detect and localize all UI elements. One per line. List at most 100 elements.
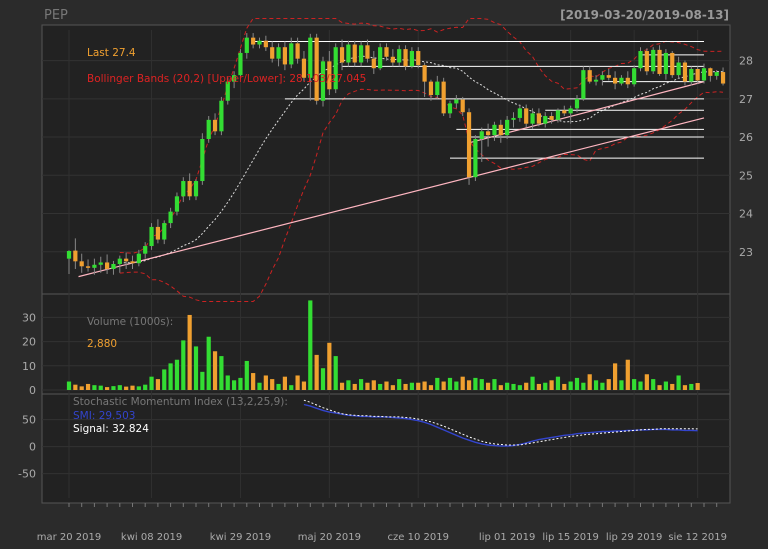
volume-bar <box>282 376 287 390</box>
volume-bar <box>644 374 649 390</box>
volume-bar <box>181 340 186 390</box>
chart-window: 23 24 25 26 27 28 0 10 20 30 -50 0 50 mar 20 2019 k… <box>0 0 768 549</box>
volume-bar <box>124 386 129 390</box>
volume-bar <box>66 381 72 390</box>
date-tick-label: mar 20 2019 <box>37 532 102 543</box>
candle-body <box>600 75 605 80</box>
legend-bbands: Bollinger Bands (20,2) [Upper/Lower]: 28… <box>87 73 366 85</box>
candle-body <box>85 266 91 268</box>
volume-bar <box>428 385 434 390</box>
volume-bar <box>409 382 414 390</box>
volume-bar <box>187 314 192 390</box>
candle-body <box>511 117 516 120</box>
volume-bar <box>206 336 211 390</box>
candle-body <box>168 211 173 224</box>
volume-bar <box>149 376 154 390</box>
legend-signal: Signal: 32.824 <box>73 423 149 435</box>
price-tick-label: 28 <box>739 55 753 68</box>
volume-bar <box>460 376 465 390</box>
candle-body <box>720 72 726 84</box>
price-tick-label: 26 <box>739 131 753 144</box>
volume-bar <box>663 381 668 390</box>
volume-bar <box>314 354 319 390</box>
candle-body <box>632 68 637 85</box>
volume-bar <box>238 377 243 390</box>
smi-tick-label: 0 <box>29 441 36 454</box>
volume-bar <box>416 382 421 390</box>
candle-body <box>111 264 116 269</box>
candle-body <box>574 98 580 109</box>
candle-body <box>346 44 351 63</box>
candle-body <box>244 37 249 53</box>
candle-body <box>174 196 180 212</box>
volume-bar <box>447 377 453 390</box>
date-axis: mar 20 2019 kwi 08 2019 kwi 29 2019 maj 20 … <box>37 503 727 543</box>
volume-bar <box>695 383 700 390</box>
volume-bar <box>244 360 249 390</box>
candle-body <box>460 99 465 113</box>
volume-bar <box>384 381 389 390</box>
volume-bar <box>511 383 516 390</box>
volume-bar <box>600 382 605 390</box>
date-tick-label: maj 20 2019 <box>298 532 361 543</box>
volume-bar <box>320 368 326 390</box>
candle-body <box>238 52 243 76</box>
candle-body <box>378 47 383 69</box>
candle-body <box>708 68 713 76</box>
candle-body <box>105 262 110 269</box>
volume-bar <box>92 385 97 390</box>
candle-body <box>606 75 611 78</box>
volume-bar <box>435 377 440 390</box>
candle-body <box>536 113 541 124</box>
volume-bar <box>333 356 338 390</box>
candle-body <box>714 72 719 76</box>
volume-bar <box>270 379 275 390</box>
volume-bar <box>619 380 624 390</box>
candle-body <box>524 108 529 124</box>
candle-body <box>428 81 434 95</box>
price-axis: 23 24 25 26 27 28 <box>739 55 753 259</box>
candle-body <box>593 79 599 82</box>
candle-body <box>130 261 135 264</box>
legend-volume: Volume (1000s): <box>87 316 173 328</box>
volume-bar <box>371 380 376 390</box>
candle-body <box>689 69 694 82</box>
volume-bar <box>117 385 122 390</box>
smi-tick-label: 50 <box>22 414 36 427</box>
volume-bar <box>85 383 91 390</box>
symbol-title: PEP <box>44 8 68 23</box>
candle-body <box>651 49 656 72</box>
candle-body <box>339 47 345 63</box>
date-tick-label: kwi 08 2019 <box>121 532 182 543</box>
candle-body <box>73 250 78 262</box>
volume-bar <box>403 383 408 390</box>
candle-body <box>270 47 275 59</box>
candle-body <box>454 99 459 104</box>
volume-bar <box>498 385 503 390</box>
volume-bar <box>613 363 618 390</box>
candle-body <box>390 56 395 63</box>
candle-body <box>352 44 357 63</box>
candle-body <box>682 62 688 82</box>
candle-body <box>498 124 503 136</box>
candle-body <box>644 51 649 72</box>
volume-bar <box>454 381 459 390</box>
price-tick-label: 27 <box>739 93 753 106</box>
candle-body <box>219 100 224 132</box>
volume-bar <box>143 384 148 390</box>
volume-bar <box>162 369 167 390</box>
volume-bar <box>682 385 688 390</box>
candle-body <box>663 52 668 74</box>
candle-body <box>466 112 472 178</box>
candle-body <box>212 119 218 132</box>
volume-bar <box>390 385 395 390</box>
candle-body <box>701 68 707 81</box>
candle-body <box>657 49 662 74</box>
candle-body <box>193 181 199 197</box>
volume-bar <box>130 385 135 390</box>
volume-bar <box>98 385 103 390</box>
volume-bar <box>562 383 567 390</box>
volume-bar <box>193 346 199 390</box>
volume-bar <box>105 387 110 390</box>
candle-body <box>136 253 141 264</box>
